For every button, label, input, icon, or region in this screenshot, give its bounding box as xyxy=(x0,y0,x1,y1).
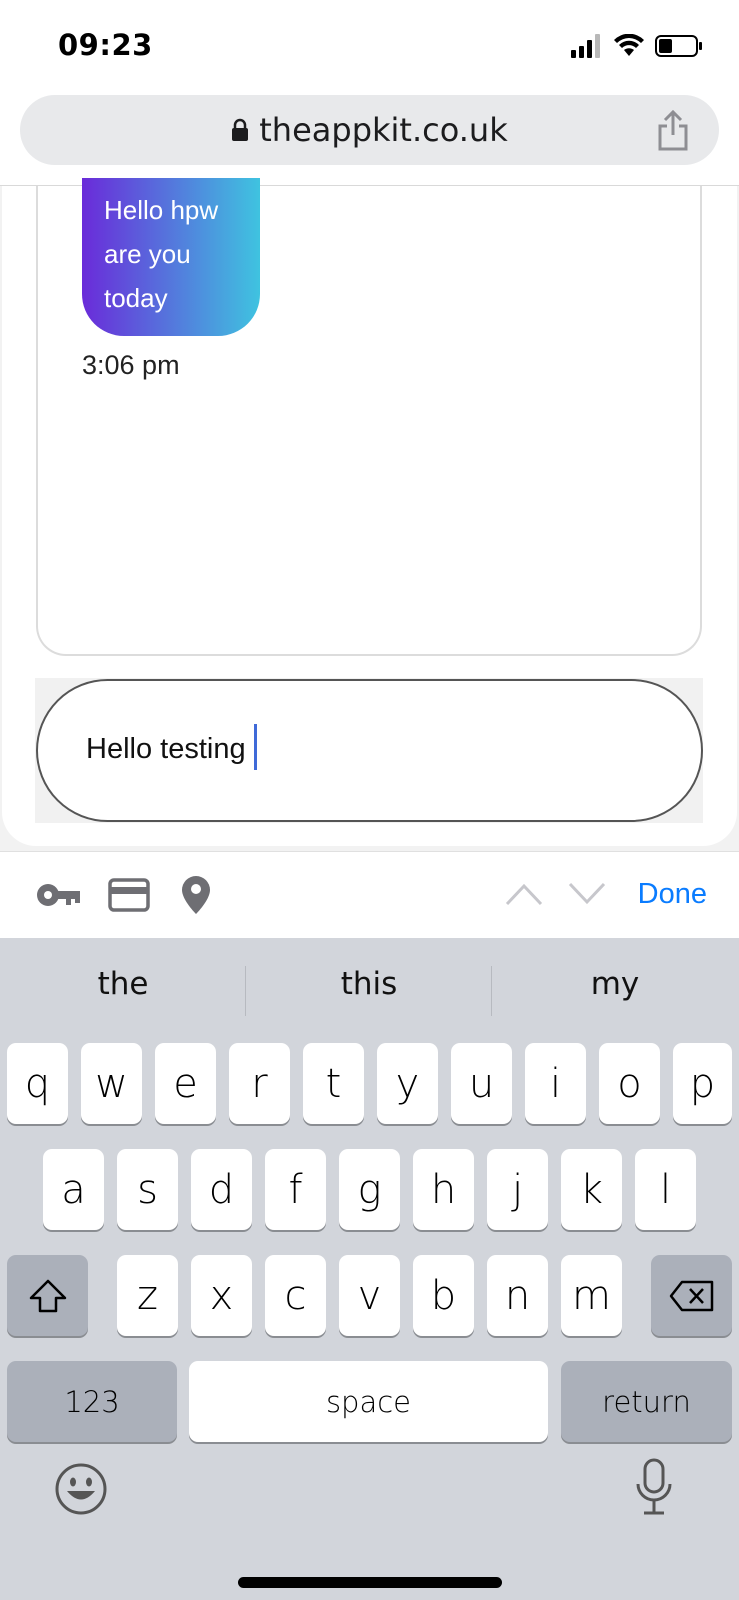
key-p[interactable]: p xyxy=(673,1043,732,1124)
done-button[interactable]: Done xyxy=(638,878,707,911)
key-e[interactable]: e xyxy=(155,1043,216,1124)
chevron-down-icon[interactable] xyxy=(568,882,606,906)
space-key[interactable]: space xyxy=(189,1361,548,1442)
key-i[interactable]: i xyxy=(525,1043,586,1124)
credit-card-icon[interactable] xyxy=(108,878,150,912)
message-bubble: Hello hpw are you today xyxy=(82,178,260,336)
status-icons xyxy=(571,32,703,60)
suggestion[interactable]: my xyxy=(492,966,738,1002)
message-input-value: Hello testing xyxy=(86,733,246,765)
key-k[interactable]: k xyxy=(561,1149,622,1230)
key-s[interactable]: s xyxy=(117,1149,178,1230)
key-b[interactable]: b xyxy=(413,1255,474,1336)
key-q[interactable]: q xyxy=(7,1043,68,1124)
suggestion[interactable]: this xyxy=(246,966,492,1002)
backspace-icon xyxy=(669,1280,713,1311)
keyboard: the this my q w e r t y u i o p a s d f … xyxy=(0,938,739,1600)
emoji-icon[interactable] xyxy=(54,1462,108,1516)
key-r[interactable]: r xyxy=(229,1043,290,1124)
message-input[interactable]: Hello testing xyxy=(36,679,703,822)
backspace-key[interactable] xyxy=(651,1255,732,1336)
chevron-up-icon[interactable] xyxy=(505,882,543,906)
key-g[interactable]: g xyxy=(339,1149,400,1230)
lock-icon xyxy=(232,118,249,141)
home-indicator xyxy=(238,1577,502,1588)
key-v[interactable]: v xyxy=(339,1255,400,1336)
key-z[interactable]: z xyxy=(117,1255,178,1336)
key-d[interactable]: d xyxy=(191,1149,252,1230)
key-h[interactable]: h xyxy=(413,1149,474,1230)
predictive-bar: the this my xyxy=(0,938,739,1038)
return-key[interactable]: return xyxy=(561,1361,732,1442)
message-line: Hello hpw xyxy=(104,195,219,225)
status-time: 09:23 xyxy=(58,28,153,62)
url-text: theappkit.co.uk xyxy=(259,111,508,149)
url-display[interactable]: theappkit.co.uk xyxy=(20,95,719,165)
key-o[interactable]: o xyxy=(599,1043,660,1124)
message-line: today xyxy=(104,283,168,313)
shift-arrow-icon xyxy=(29,1279,66,1312)
text-caret xyxy=(254,724,257,770)
key-f[interactable]: f xyxy=(265,1149,326,1230)
key-u[interactable]: u xyxy=(451,1043,512,1124)
numbers-key[interactable]: 123 xyxy=(7,1361,177,1442)
key-c[interactable]: c xyxy=(265,1255,326,1336)
message-timestamp: 3:06 pm xyxy=(82,350,180,380)
status-bar: 09:23 xyxy=(0,0,739,92)
share-icon[interactable] xyxy=(655,109,691,151)
location-pin-icon[interactable] xyxy=(180,874,212,916)
key-j[interactable]: j xyxy=(487,1149,548,1230)
key-y[interactable]: y xyxy=(377,1043,438,1124)
key-a[interactable]: a xyxy=(43,1149,104,1230)
microphone-icon[interactable] xyxy=(634,1458,674,1516)
wifi-icon xyxy=(614,34,644,56)
key-n[interactable]: n xyxy=(487,1255,548,1336)
shift-key[interactable] xyxy=(7,1255,88,1336)
message-line: are you xyxy=(104,239,191,269)
key-icon[interactable] xyxy=(36,880,82,910)
form-accessory-bar: Done xyxy=(0,851,739,938)
key-w[interactable]: w xyxy=(81,1043,142,1124)
key-t[interactable]: t xyxy=(303,1043,364,1124)
cellular-signal-icon xyxy=(571,34,600,58)
suggestion[interactable]: the xyxy=(0,966,246,1002)
address-bar[interactable]: theappkit.co.uk xyxy=(20,95,719,165)
key-m[interactable]: m xyxy=(561,1255,622,1336)
key-l[interactable]: l xyxy=(635,1149,696,1230)
key-x[interactable]: x xyxy=(191,1255,252,1336)
battery-icon xyxy=(655,35,702,57)
